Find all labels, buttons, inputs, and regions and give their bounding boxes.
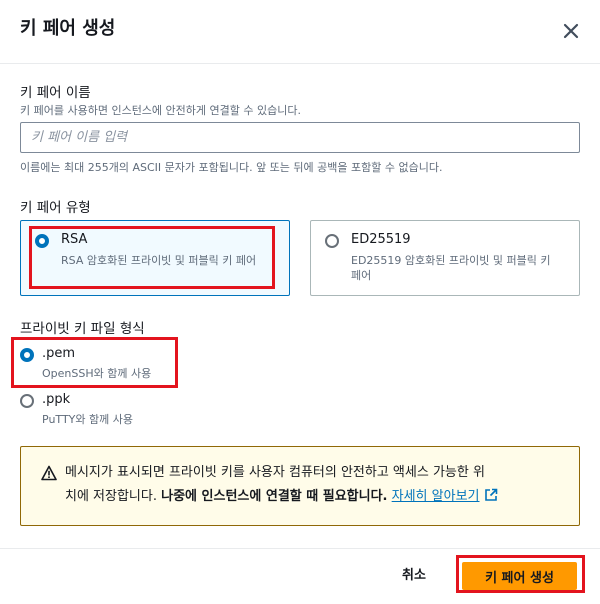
ed25519-description: ED25519 암호화된 프라이빗 및 퍼블릭 키 페어: [351, 254, 551, 282]
cancel-button[interactable]: 취소: [386, 562, 442, 590]
key-pair-type-label: 키 페어 유형: [20, 200, 91, 216]
key-pair-name-input[interactable]: [20, 122, 580, 153]
key-pair-name-label: 키 페어 이름: [20, 85, 91, 101]
file-format-label: 프라이빗 키 파일 형식: [20, 321, 145, 337]
key-type-ed25519-card[interactable]: ED25519 ED25519 암호화된 프라이빗 및 퍼블릭 키 페어: [310, 220, 580, 296]
external-link-icon[interactable]: [484, 487, 498, 511]
close-icon[interactable]: [560, 20, 582, 42]
warning-text-line1: 메시지가 표시되면 프라이빗 키를 사용자 컴퓨터의 안전하고 액세스 가능한 …: [65, 465, 485, 480]
ppk-title: .ppk: [42, 392, 71, 407]
key-pair-name-description: 키 페어를 사용하면 인스턴스에 안전하게 연결할 수 있습니다.: [20, 104, 301, 117]
ppk-radio[interactable]: [20, 394, 34, 408]
ed25519-title: ED25519: [351, 232, 411, 247]
format-option-pem[interactable]: .pem OpenSSH와 함께 사용: [20, 346, 170, 380]
warning-icon: [41, 465, 57, 485]
warning-text-line2: 치에 저장합니다.: [65, 489, 162, 504]
rsa-title: RSA: [61, 232, 88, 247]
pem-description: OpenSSH와 함께 사용: [42, 367, 152, 380]
format-option-ppk[interactable]: .ppk PuTTY와 함께 사용: [20, 392, 170, 426]
learn-more-link[interactable]: 자세히 알아보기: [392, 489, 480, 504]
modal-header: 키 페어 생성: [0, 0, 600, 64]
warning-bold-text: 나중에 인스턴스에 연결할 때 필요합니다.: [161, 489, 388, 504]
create-key-pair-modal: 키 페어 생성 키 페어 이름 키 페어를 사용하면 인스턴스에 안전하게 연결…: [0, 0, 600, 604]
modal-title: 키 페어 생성: [20, 18, 116, 39]
warning-text: 메시지가 표시되면 프라이빗 키를 사용자 컴퓨터의 안전하고 액세스 가능한 …: [65, 461, 565, 511]
rsa-description: RSA 암호화된 프라이빗 및 퍼블릭 키 페어: [61, 254, 257, 267]
create-key-pair-button[interactable]: 키 페어 생성: [462, 562, 577, 590]
warning-alert: 메시지가 표시되면 프라이빗 키를 사용자 컴퓨터의 안전하고 액세스 가능한 …: [20, 446, 580, 526]
ppk-description: PuTTY와 함께 사용: [42, 413, 133, 426]
key-pair-name-constraint: 이름에는 최대 255개의 ASCII 문자가 포함됩니다. 앞 또는 뒤에 공…: [20, 161, 443, 174]
key-type-rsa-card[interactable]: RSA RSA 암호화된 프라이빗 및 퍼블릭 키 페어: [20, 220, 290, 296]
modal-footer: 취소 키 페어 생성: [0, 548, 600, 604]
rsa-radio[interactable]: [35, 234, 49, 248]
pem-title: .pem: [42, 346, 76, 361]
pem-radio[interactable]: [20, 348, 34, 362]
ed25519-radio[interactable]: [325, 234, 339, 248]
